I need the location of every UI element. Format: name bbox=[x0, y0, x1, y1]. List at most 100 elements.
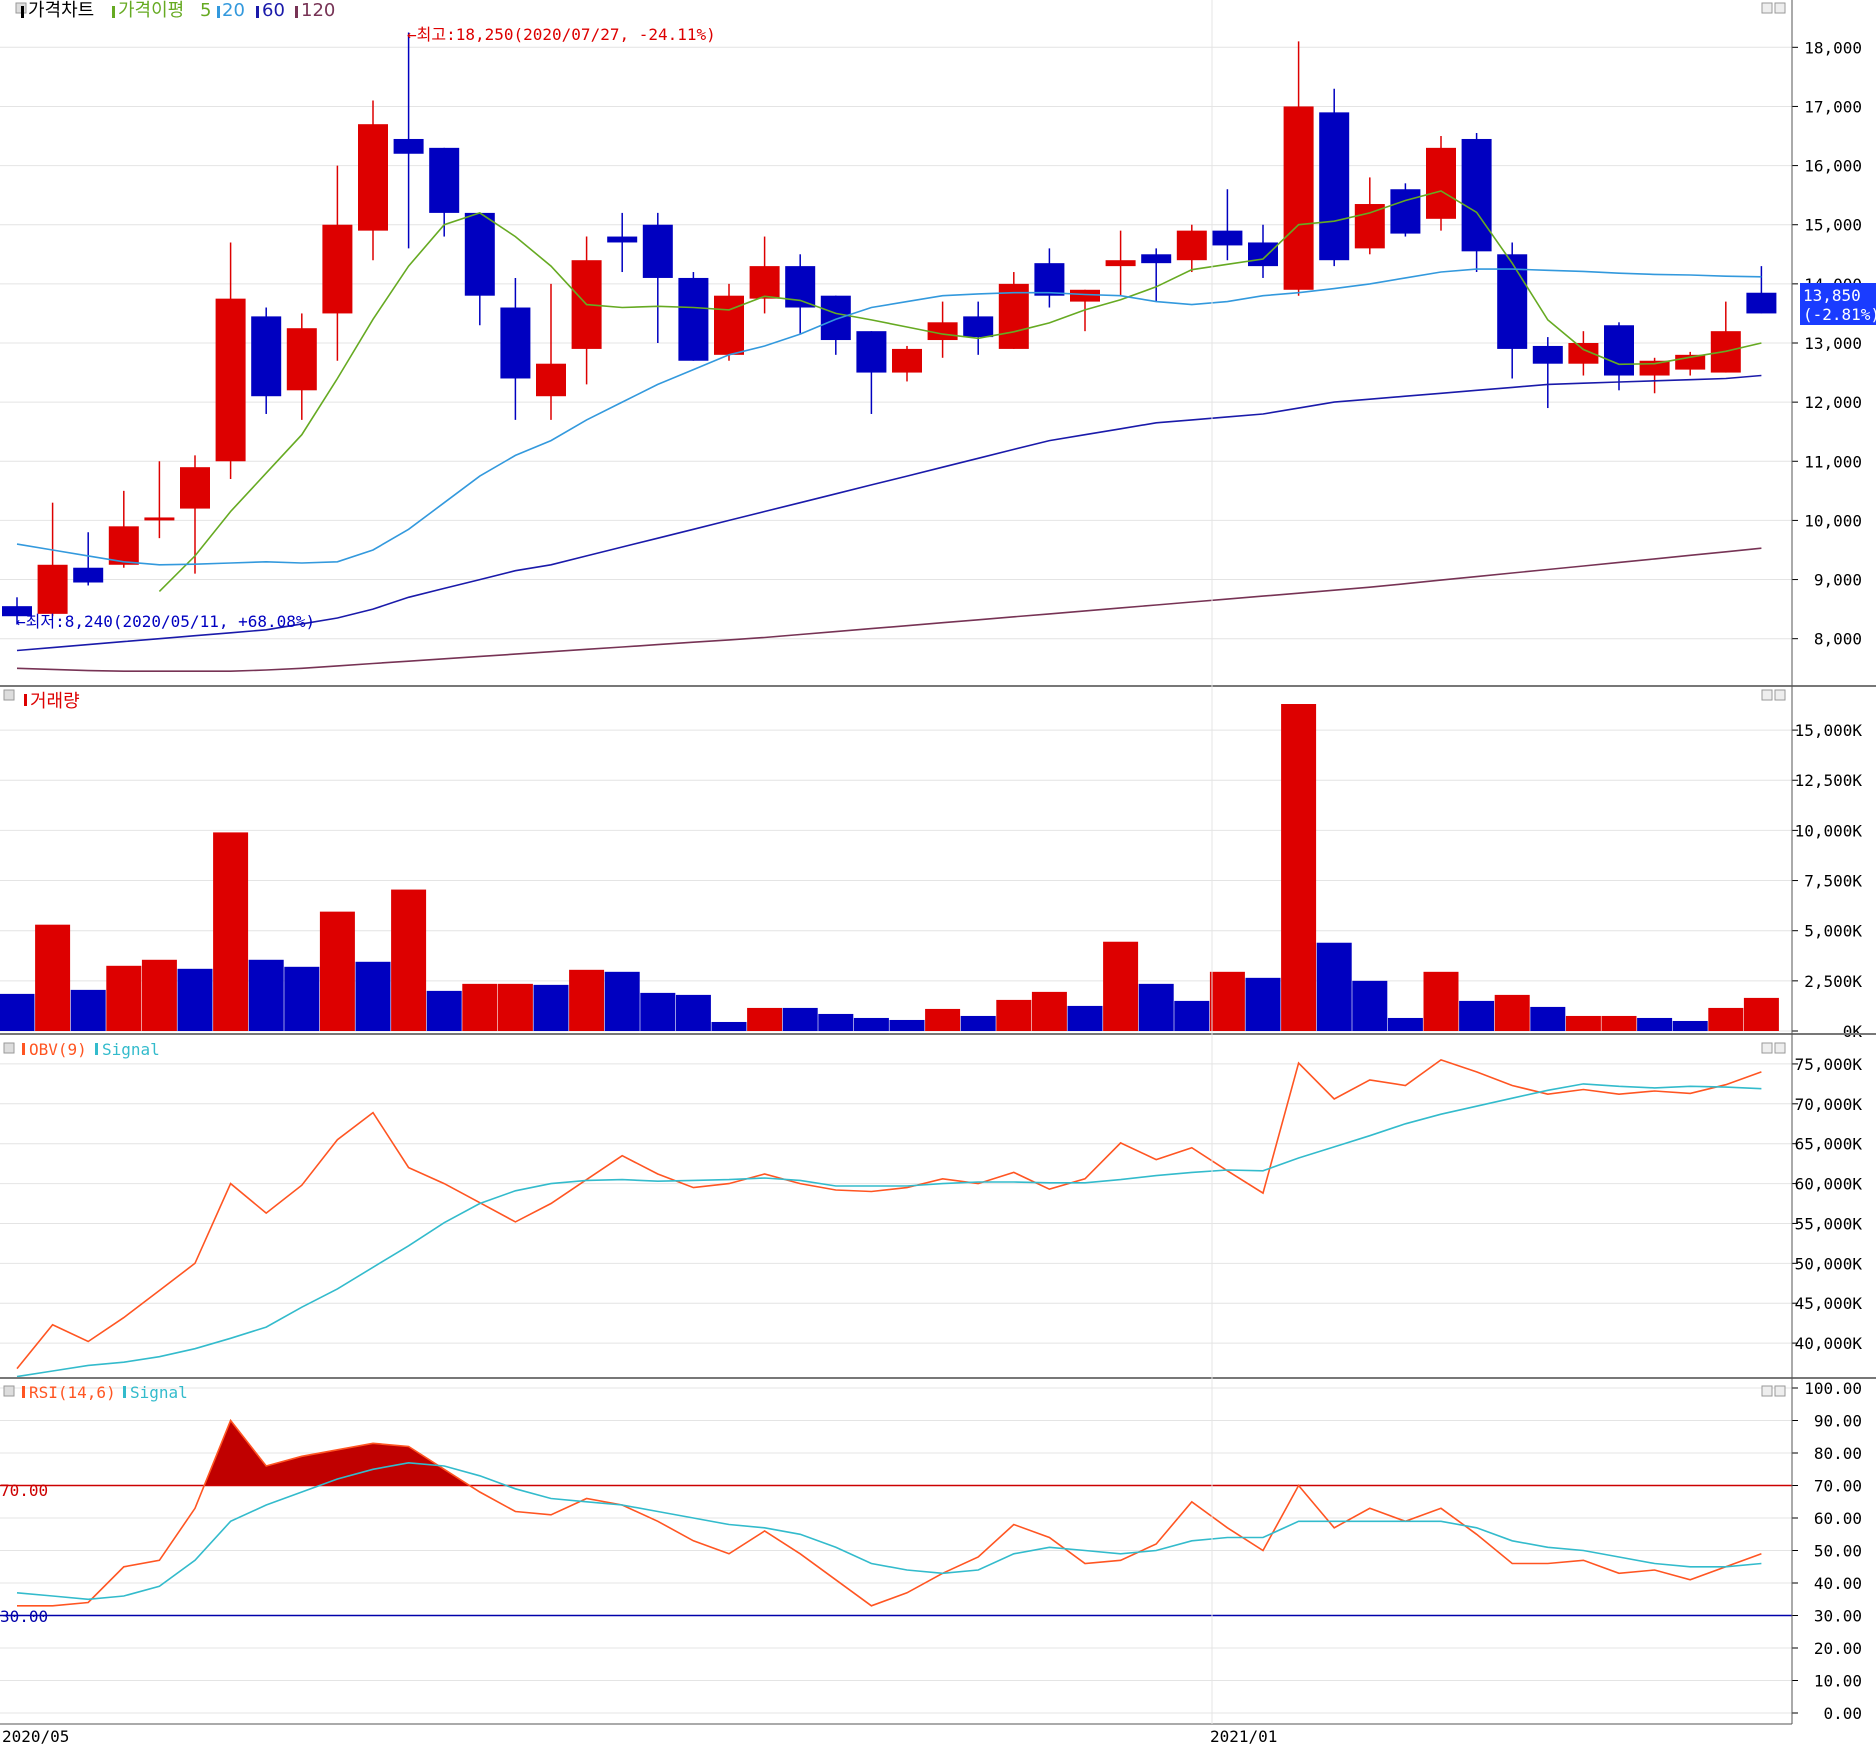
panel-menu-icon[interactable] bbox=[3, 1385, 15, 1397]
legend-marker-icon bbox=[24, 694, 27, 706]
price-legend: 가격차트 가격이평 5 20 60 120 bbox=[15, 0, 335, 21]
volume-bar bbox=[1530, 1006, 1566, 1031]
candle-body bbox=[464, 212, 495, 296]
volume-bar bbox=[1387, 1017, 1423, 1031]
legend-marker-icon bbox=[217, 6, 220, 18]
obv-legend-title: OBV(9) bbox=[29, 1040, 87, 1059]
price-legend-title: 가격차트 bbox=[28, 0, 94, 21]
rsi-upper-label: 70.00 bbox=[0, 1481, 48, 1500]
rsi-legend-title: RSI(14,6) bbox=[29, 1383, 116, 1402]
panel-close-icon[interactable] bbox=[1774, 689, 1786, 701]
obv-line bbox=[16, 1059, 1762, 1370]
candle-body bbox=[1141, 254, 1172, 264]
volume-bar bbox=[818, 1013, 854, 1031]
volume-bar bbox=[1672, 1020, 1708, 1031]
volume-bar bbox=[1459, 1000, 1495, 1031]
legend-marker-icon bbox=[95, 1043, 98, 1055]
volume-bar bbox=[853, 1017, 889, 1031]
candle-body bbox=[1532, 345, 1563, 364]
volume-bar bbox=[284, 966, 320, 1031]
price-axis-tick-label: 11,000 bbox=[1804, 452, 1862, 471]
volume-bar bbox=[1423, 971, 1459, 1031]
legend-marker-icon bbox=[123, 1386, 126, 1398]
panel-minimize-icon[interactable] bbox=[1761, 1042, 1773, 1054]
volume-legend: 거래량 bbox=[3, 689, 80, 712]
volume-bar bbox=[177, 968, 213, 1031]
panel-menu-icon[interactable] bbox=[3, 1042, 15, 1054]
obv-panel[interactable]: 40,000K 45,000K 50,000K 55,000K 60,000K 65,00… bbox=[0, 1055, 1863, 1378]
price-panel[interactable]: 8,0009,00010,00011,00012,00013,00014,000… bbox=[0, 32, 1862, 672]
rsi-axis-tick-label: 50.00 bbox=[1814, 1542, 1862, 1561]
volume-bar bbox=[1138, 983, 1174, 1031]
candle-body bbox=[1604, 325, 1634, 376]
volume-bar bbox=[889, 1019, 925, 1031]
volume-bar bbox=[462, 983, 498, 1031]
candle-body bbox=[607, 236, 638, 243]
ma120-legend: 120 bbox=[301, 0, 335, 21]
candle-body bbox=[429, 147, 460, 213]
volume-bar bbox=[604, 971, 640, 1031]
rsi-axis-tick-label: 60.00 bbox=[1814, 1509, 1862, 1528]
current-price-box: 13,850 (-2.81%) bbox=[1800, 283, 1876, 325]
x-axis-label-2021: 2021/01 bbox=[1210, 1727, 1277, 1746]
rsi-legend-signal: Signal bbox=[130, 1383, 188, 1402]
obv-axis-tick-label: 65,000K bbox=[1795, 1135, 1863, 1154]
volume-bar bbox=[1494, 994, 1530, 1031]
candle-body bbox=[1070, 289, 1100, 302]
rsi-axis-tick-label: 90.00 bbox=[1814, 1412, 1862, 1431]
panel-close-icon[interactable] bbox=[1774, 1385, 1786, 1397]
candle-body bbox=[785, 266, 816, 308]
candle-body bbox=[678, 277, 709, 361]
ma5-legend: 5 bbox=[200, 0, 211, 21]
ma-legend-label: 가격이평 bbox=[118, 0, 184, 21]
volume-bar bbox=[248, 959, 284, 1031]
obv-axis-tick-label: 70,000K bbox=[1795, 1095, 1863, 1114]
rsi-axis-tick-label: 0.00 bbox=[1823, 1704, 1862, 1723]
volume-bar bbox=[0, 993, 35, 1031]
panel-minimize-icon[interactable] bbox=[1761, 689, 1773, 701]
volume-bar bbox=[1637, 1017, 1673, 1031]
volume-bar bbox=[319, 911, 355, 1031]
volume-bar bbox=[1565, 1015, 1601, 1031]
candle-body bbox=[1354, 204, 1385, 249]
panel-minimize-icon[interactable] bbox=[1761, 2, 1773, 14]
volume-panel[interactable]: 0K 2,500K 5,000K 7,500K 10,000K 12,500K 15,000… bbox=[0, 704, 1862, 1041]
rsi-line bbox=[17, 1418, 1762, 1607]
volume-bar bbox=[533, 984, 569, 1031]
price-axis-tick-label: 16,000 bbox=[1804, 157, 1862, 176]
obv-axis-tick-label: 50,000K bbox=[1795, 1254, 1863, 1273]
price-axis-tick-label: 15,000 bbox=[1804, 216, 1862, 235]
price-axis-tick-label: 13,000 bbox=[1804, 334, 1862, 353]
volume-legend-title: 거래량 bbox=[30, 691, 80, 712]
rsi-axis-tick-label: 40.00 bbox=[1814, 1574, 1862, 1593]
obv-legend-signal: Signal bbox=[102, 1040, 160, 1059]
current-change: (-2.81%) bbox=[1803, 305, 1876, 324]
legend-marker-icon bbox=[295, 6, 298, 18]
volume-bar bbox=[70, 989, 106, 1031]
volume-bar bbox=[747, 1007, 783, 1031]
candle-body bbox=[1461, 138, 1492, 252]
obv-legend: OBV(9) Signal bbox=[3, 1040, 160, 1059]
panel-menu-icon[interactable] bbox=[3, 689, 15, 701]
candle-body bbox=[108, 526, 139, 565]
candle-body bbox=[215, 298, 246, 462]
obv-axis-tick-label: 40,000K bbox=[1795, 1334, 1863, 1353]
candle-body bbox=[500, 307, 531, 379]
volume-bar bbox=[1103, 941, 1139, 1031]
price-axis-tick-label: 12,000 bbox=[1804, 393, 1862, 412]
rsi-panel[interactable]: 0.00 10.00 20.00 30.00 40.00 50.00 60.00 70.00 8… bbox=[0, 1379, 1862, 1723]
volume-bar bbox=[640, 992, 676, 1031]
volume-axis-tick-label: 2,500K bbox=[1804, 972, 1862, 991]
panel-minimize-icon[interactable] bbox=[1761, 1385, 1773, 1397]
rsi-lower-label: 30.00 bbox=[0, 1607, 48, 1626]
candle-body bbox=[1746, 292, 1777, 314]
ma120-line bbox=[16, 547, 1762, 672]
rsi-axis-tick-label: 30.00 bbox=[1814, 1607, 1862, 1626]
obv-axis-tick-label: 60,000K bbox=[1795, 1175, 1863, 1194]
volume-bar bbox=[996, 999, 1032, 1031]
price-axis-tick-label: 18,000 bbox=[1804, 38, 1862, 57]
panel-close-icon[interactable] bbox=[1774, 2, 1786, 14]
price-axis-tick-label: 9,000 bbox=[1814, 571, 1862, 590]
panel-close-icon[interactable] bbox=[1774, 1042, 1786, 1054]
rsi-axis-tick-label: 10.00 bbox=[1814, 1672, 1862, 1691]
